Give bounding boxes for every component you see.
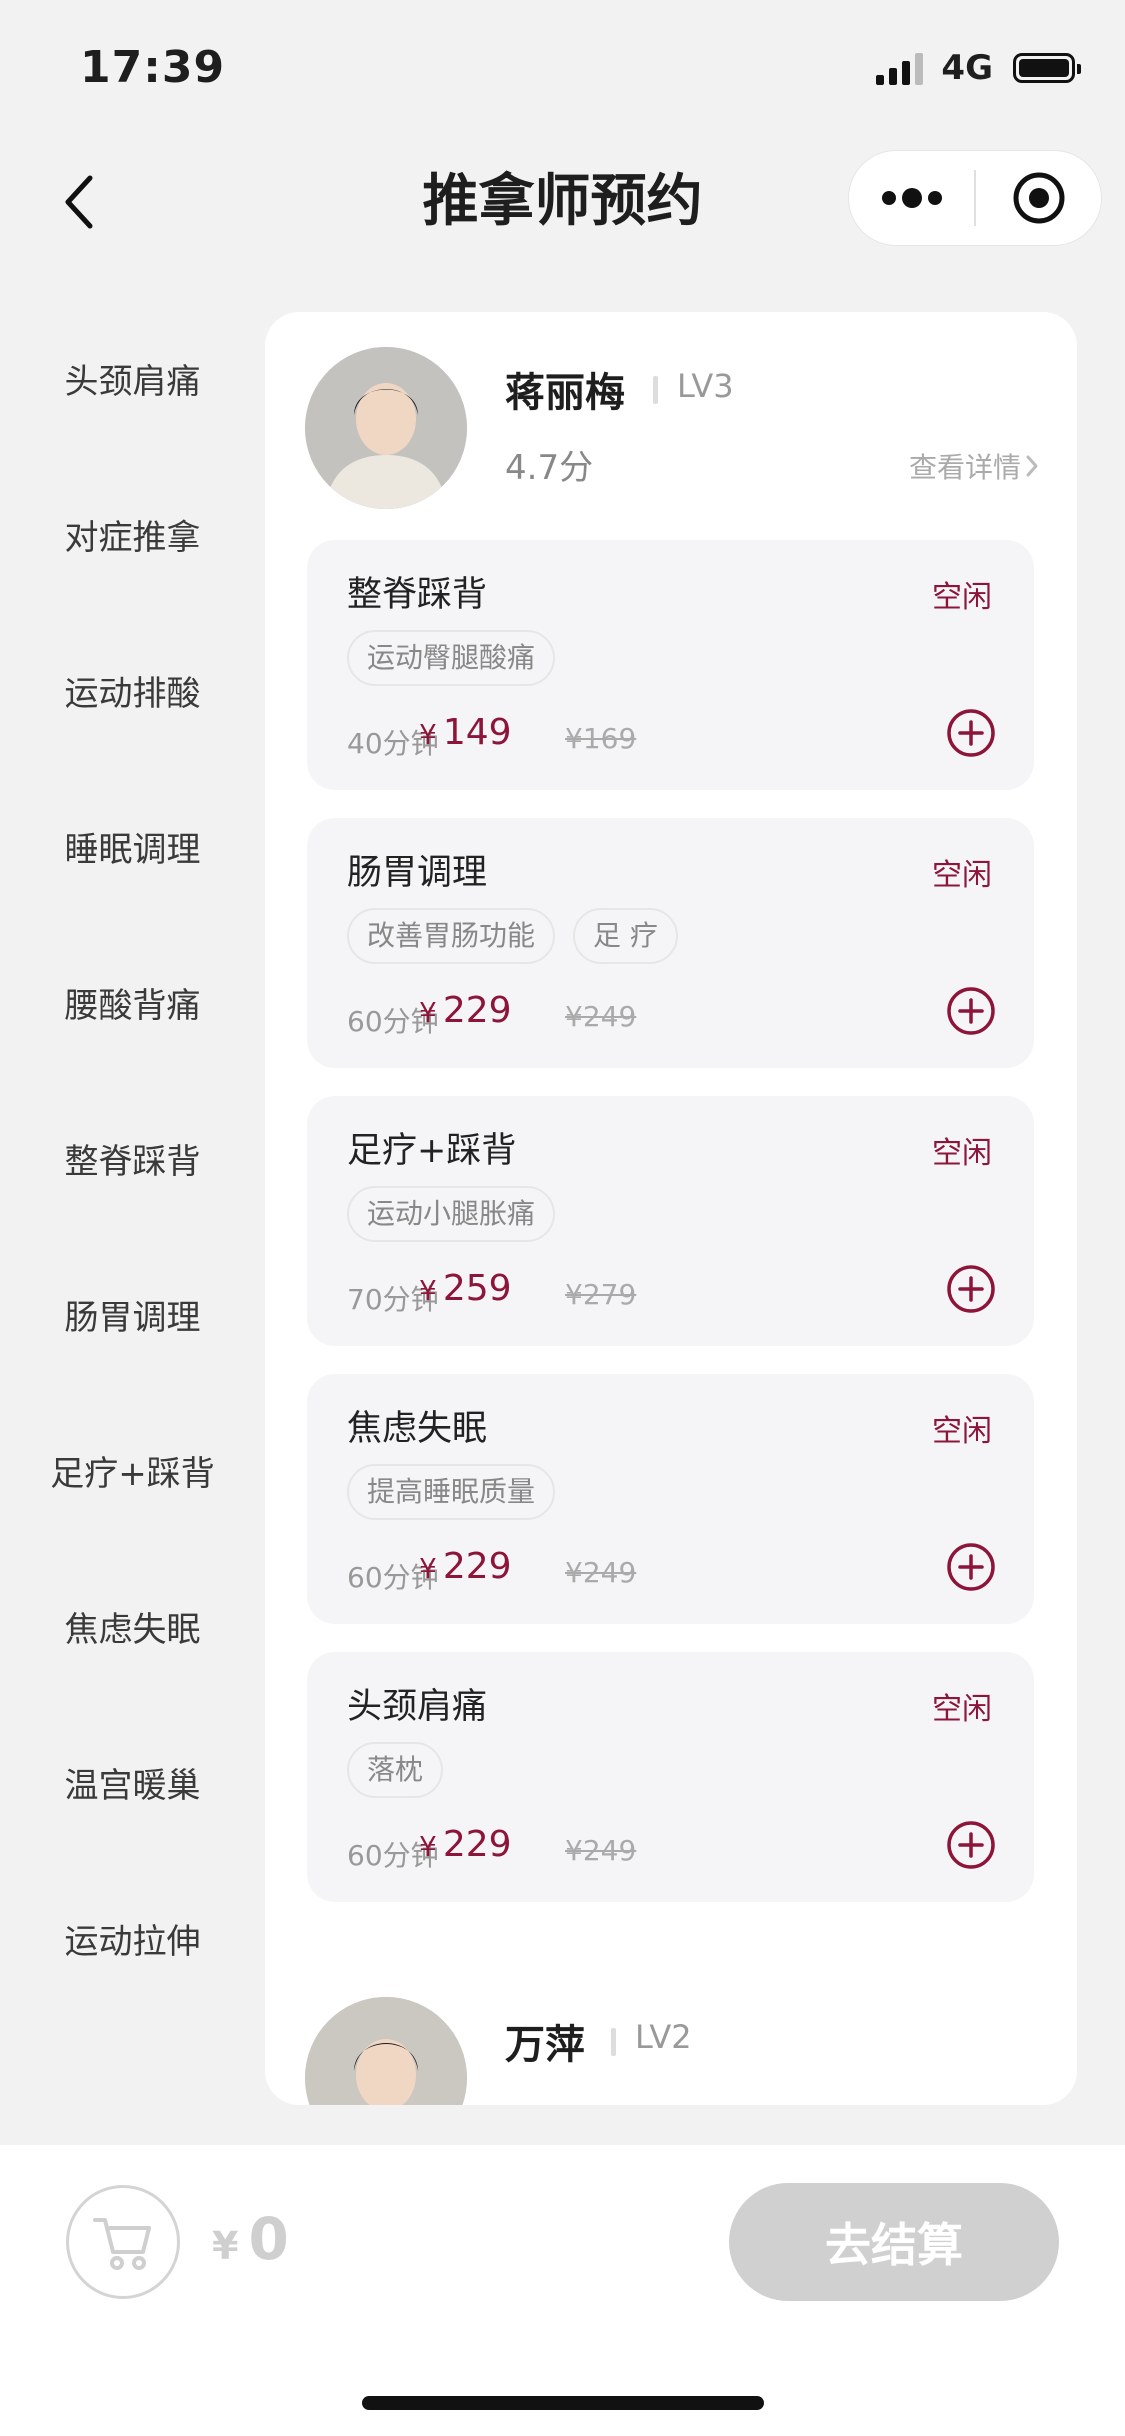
sidebar-item[interactable]: 足疗+踩背 bbox=[0, 1392, 265, 1548]
status-indicators: 4G bbox=[876, 48, 1081, 88]
divider bbox=[653, 376, 658, 404]
sidebar-item[interactable]: 温宫暖巢 bbox=[0, 1704, 265, 1860]
service-price: ¥259 bbox=[419, 1268, 512, 1309]
service-tags: 运动小腿胀痛 bbox=[347, 1186, 556, 1242]
status-time: 17:39 bbox=[80, 42, 226, 93]
service-name: 焦虑失眠 bbox=[347, 1409, 488, 1449]
cart-total-value: 0 bbox=[248, 2205, 289, 2273]
network-type: 4G bbox=[941, 48, 993, 88]
service-tags: 改善胃肠功能 足 疗 bbox=[347, 908, 678, 964]
status-badge: 空闲 bbox=[932, 1136, 992, 1171]
service-card[interactable]: 足疗+踩背 空闲 运动小腿胀痛 70分钟 ¥259 ¥279 bbox=[307, 1096, 1034, 1346]
cart-button[interactable] bbox=[66, 2185, 180, 2299]
view-details-link[interactable]: 查看详情 bbox=[909, 446, 1039, 486]
sidebar-item[interactable]: 整脊踩背 bbox=[0, 1080, 265, 1236]
therapist-level: LV2 bbox=[635, 2018, 692, 2056]
close-miniprogram-button[interactable] bbox=[976, 150, 1101, 246]
service-tag: 运动臀腿酸痛 bbox=[347, 630, 556, 686]
service-tag: 提高睡眠质量 bbox=[347, 1464, 556, 1520]
service-name: 足疗+踩背 bbox=[347, 1131, 517, 1171]
chevron-right-icon bbox=[1026, 455, 1038, 477]
service-tag: 足 疗 bbox=[573, 908, 678, 964]
price-value: 229 bbox=[442, 1546, 512, 1587]
status-bar: 17:39 4G bbox=[0, 0, 1125, 130]
service-price: ¥229 bbox=[419, 990, 512, 1031]
currency-symbol: ¥ bbox=[212, 2224, 239, 2268]
add-circle-icon[interactable] bbox=[946, 1542, 996, 1592]
price-value: 229 bbox=[442, 1824, 512, 1865]
therapist-rating: 4.7分 bbox=[505, 448, 594, 488]
service-price: ¥149 bbox=[419, 712, 512, 753]
service-name: 头颈肩痛 bbox=[347, 1687, 488, 1727]
sidebar-item[interactable]: 运动排酸 bbox=[0, 612, 265, 768]
add-circle-icon[interactable] bbox=[946, 1820, 996, 1870]
mini-program-capsule bbox=[848, 150, 1102, 246]
status-badge: 空闲 bbox=[932, 580, 992, 615]
therapist-name: 万萍 bbox=[505, 2022, 585, 2068]
service-list: 整脊踩背 空闲 运动臀腿酸痛 40分钟 ¥149 ¥169 肠胃调理 空闲 改善… bbox=[307, 540, 1034, 1930]
service-tag: 运动小腿胀痛 bbox=[347, 1186, 556, 1242]
original-price: ¥249 bbox=[565, 1834, 637, 1867]
price-value: 259 bbox=[442, 1268, 512, 1309]
sidebar-item[interactable]: 焦虑失眠 bbox=[0, 1548, 265, 1704]
checkout-button[interactable]: 去结算 bbox=[729, 2183, 1059, 2301]
currency-symbol: ¥ bbox=[419, 1830, 437, 1863]
status-badge: 空闲 bbox=[932, 1692, 992, 1727]
currency-symbol: ¥ bbox=[419, 718, 437, 751]
original-price: ¥249 bbox=[565, 1556, 637, 1589]
person-photo-icon bbox=[305, 347, 467, 509]
category-sidebar: 头颈肩痛 对症推拿 运动排酸 睡眠调理 腰酸背痛 整脊踩背 肠胃调理 足疗+踩背… bbox=[0, 300, 265, 2016]
add-circle-icon[interactable] bbox=[946, 986, 996, 1036]
therapist-level: LV3 bbox=[677, 367, 734, 405]
service-price: ¥229 bbox=[419, 1546, 512, 1587]
sidebar-item[interactable]: 运动拉伸 bbox=[0, 1860, 265, 2016]
price-value: 149 bbox=[442, 712, 512, 753]
status-badge: 空闲 bbox=[932, 858, 992, 893]
original-price: ¥249 bbox=[565, 1000, 637, 1033]
service-tags: 提高睡眠质量 bbox=[347, 1464, 556, 1520]
cart-icon bbox=[93, 2218, 151, 2270]
nav-bar: 推拿师预约 bbox=[0, 140, 1125, 260]
service-tag: 改善胃肠功能 bbox=[347, 908, 556, 964]
sidebar-item[interactable]: 头颈肩痛 bbox=[0, 300, 265, 456]
add-circle-icon[interactable] bbox=[946, 1264, 996, 1314]
service-card[interactable]: 焦虑失眠 空闲 提高睡眠质量 60分钟 ¥229 ¥249 bbox=[307, 1374, 1034, 1624]
person-photo-icon bbox=[305, 1997, 467, 2105]
service-price: ¥229 bbox=[419, 1824, 512, 1865]
target-icon bbox=[1013, 172, 1064, 224]
service-name: 整脊踩背 bbox=[347, 575, 488, 615]
original-price: ¥169 bbox=[565, 722, 637, 755]
service-tags: 运动臀腿酸痛 bbox=[347, 630, 556, 686]
currency-symbol: ¥ bbox=[419, 1552, 437, 1585]
sidebar-item[interactable]: 腰酸背痛 bbox=[0, 924, 265, 1080]
therapist-avatar[interactable] bbox=[305, 1997, 467, 2105]
service-name: 肠胃调理 bbox=[347, 853, 488, 893]
currency-symbol: ¥ bbox=[419, 996, 437, 1029]
service-card[interactable]: 头颈肩痛 空闲 落枕 60分钟 ¥229 ¥249 bbox=[307, 1652, 1034, 1902]
sidebar-item[interactable]: 对症推拿 bbox=[0, 456, 265, 612]
cart-total: ¥ 0 bbox=[212, 2205, 289, 2273]
add-circle-icon[interactable] bbox=[946, 708, 996, 758]
sidebar-item[interactable]: 睡眠调理 bbox=[0, 768, 265, 924]
price-value: 229 bbox=[442, 990, 512, 1031]
divider bbox=[611, 2028, 616, 2056]
more-button[interactable] bbox=[849, 150, 974, 246]
more-dots-icon bbox=[881, 188, 942, 208]
cart-bar: ¥ 0 去结算 bbox=[0, 2145, 1125, 2436]
therapist-list: 蒋丽梅 LV3 4.7分 查看详情 整脊踩背 空闲 运动臀腿酸痛 40分钟 ¥1… bbox=[265, 312, 1077, 2105]
battery-icon bbox=[1013, 53, 1081, 83]
currency-symbol: ¥ bbox=[419, 1274, 437, 1307]
original-price: ¥279 bbox=[565, 1278, 637, 1311]
home-indicator bbox=[362, 2396, 764, 2410]
view-details-label: 查看详情 bbox=[908, 451, 1021, 484]
signal-icon bbox=[876, 51, 924, 85]
service-tags: 落枕 bbox=[347, 1742, 444, 1798]
therapist-avatar[interactable] bbox=[305, 347, 467, 509]
service-tag: 落枕 bbox=[347, 1742, 444, 1798]
therapist-name: 蒋丽梅 bbox=[505, 370, 625, 416]
service-card[interactable]: 肠胃调理 空闲 改善胃肠功能 足 疗 60分钟 ¥229 ¥249 bbox=[307, 818, 1034, 1068]
sidebar-item[interactable]: 肠胃调理 bbox=[0, 1236, 265, 1392]
status-badge: 空闲 bbox=[932, 1414, 992, 1449]
service-card[interactable]: 整脊踩背 空闲 运动臀腿酸痛 40分钟 ¥149 ¥169 bbox=[307, 540, 1034, 790]
